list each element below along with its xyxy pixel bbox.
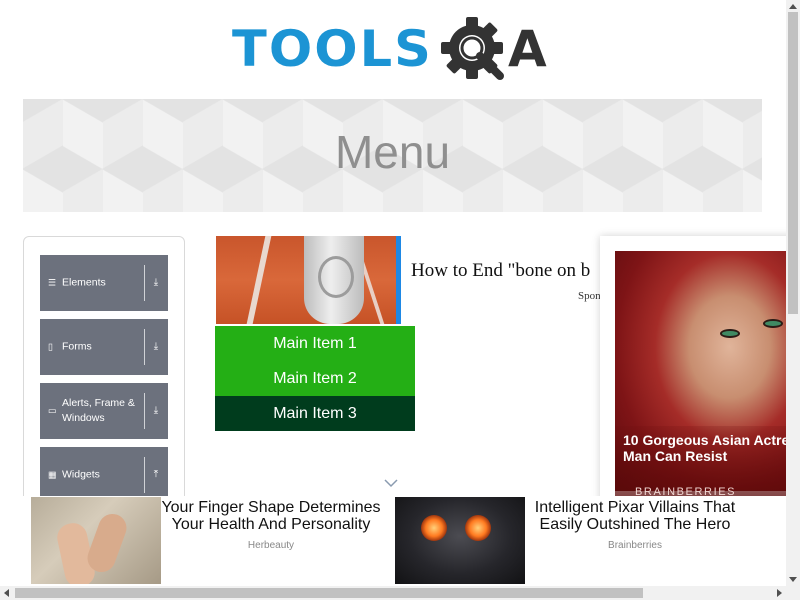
sidebar-item-label: Forms <box>62 340 92 353</box>
ad-image-robot[interactable] <box>395 497 525 584</box>
scrollbar-thumb[interactable] <box>15 588 643 598</box>
ad-source: Herbeauty <box>247 540 295 551</box>
form-icon: ▯ <box>48 341 53 352</box>
robot-eye-graphic <box>421 515 447 541</box>
expand-down-icon[interactable]: ⤓ <box>150 340 162 354</box>
logo-text-a: A <box>508 20 547 78</box>
sidebar-item-alerts-frame-windows[interactable]: ▭ Alerts, Frame & Windows ⤓ <box>40 383 168 439</box>
ad-accent-bar <box>396 236 401 324</box>
eye-graphic <box>763 319 783 328</box>
sidebar-item-label: Alerts, Frame & Windows <box>62 397 135 424</box>
sidebar-item-widgets[interactable]: ▦ Widgets ⤒ <box>40 447 168 503</box>
ad-title[interactable]: 10 Gorgeous Asian Actre Man Can Resist <box>623 432 800 464</box>
window-icon: ▭ <box>48 405 57 416</box>
divider <box>144 457 145 493</box>
knee-sleeve-graphic <box>304 236 364 324</box>
menu-item-main-1[interactable]: Main Item 1 <box>215 326 415 361</box>
list-icon: ☰ <box>48 277 57 288</box>
ad-headline[interactable]: Intelligent Pixar Villains That Easily O… <box>520 499 750 533</box>
page-title: Menu <box>334 126 451 178</box>
sidebar-item-forms[interactable]: ▯ Forms ⤓ <box>40 319 168 375</box>
scrollbar-thumb[interactable] <box>788 12 798 314</box>
ad-headline[interactable]: Your Finger Shape Determines Your Health… <box>156 499 386 533</box>
expand-down-icon[interactable]: ⤓ <box>150 276 162 290</box>
scroll-left-icon[interactable] <box>4 589 9 597</box>
bottom-ad-bar: Your Finger Shape Determines Your Health… <box>0 496 786 586</box>
main-menu: Main Item 1 Main Item 2 Main Item 3 <box>215 326 415 431</box>
horizontal-scrollbar[interactable] <box>0 586 800 600</box>
expand-down-icon[interactable]: ⤓ <box>150 404 162 418</box>
track-line <box>246 236 272 324</box>
ad-title-line: Man Can Resist <box>623 448 728 464</box>
scroll-down-icon[interactable] <box>789 577 797 582</box>
gear-magnifier-icon <box>441 17 504 80</box>
robot-eye-graphic <box>465 515 491 541</box>
toolsqa-logo[interactable]: TOOLS A <box>232 14 558 92</box>
ad-sponsor: Spon <box>578 290 600 302</box>
divider <box>144 265 145 301</box>
page: TOOLS A Menu ☰ Elements ⤓ ▯ Forms ⤓ ▭ Al… <box>0 0 800 600</box>
divider <box>144 329 145 365</box>
logo-text-tools: TOOLS <box>232 20 433 78</box>
ad-source: Brainberries <box>608 540 662 551</box>
ad-image-knee-sleeve[interactable] <box>216 236 401 324</box>
scroll-right-icon[interactable] <box>777 589 782 597</box>
sidebar-item-label: Widgets <box>62 468 100 481</box>
sidebar-item-elements[interactable]: ☰ Elements ⤓ <box>40 255 168 311</box>
grid-icon: ▦ <box>48 469 57 480</box>
chevron-down-icon[interactable] <box>384 478 398 488</box>
menu-item-main-2[interactable]: Main Item 2 <box>215 361 415 396</box>
left-sidebar: ☰ Elements ⤓ ▯ Forms ⤓ ▭ Alerts, Frame &… <box>23 236 185 526</box>
finger-graphic <box>83 510 131 576</box>
ad-image-finger[interactable] <box>31 497 161 584</box>
scroll-up-icon[interactable] <box>789 4 797 9</box>
menu-item-main-3[interactable]: Main Item 3 <box>215 396 415 431</box>
collapse-up-icon[interactable]: ⤒ <box>150 468 162 482</box>
divider <box>144 393 145 429</box>
ad-headline[interactable]: How to End "bone on b <box>411 260 601 282</box>
vertical-scrollbar[interactable] <box>786 0 800 586</box>
ad-title-line: 10 Gorgeous Asian Actre <box>623 432 790 448</box>
page-banner: Menu <box>23 99 762 212</box>
eye-graphic <box>720 329 740 338</box>
sidebar-item-label: Elements <box>62 276 106 289</box>
